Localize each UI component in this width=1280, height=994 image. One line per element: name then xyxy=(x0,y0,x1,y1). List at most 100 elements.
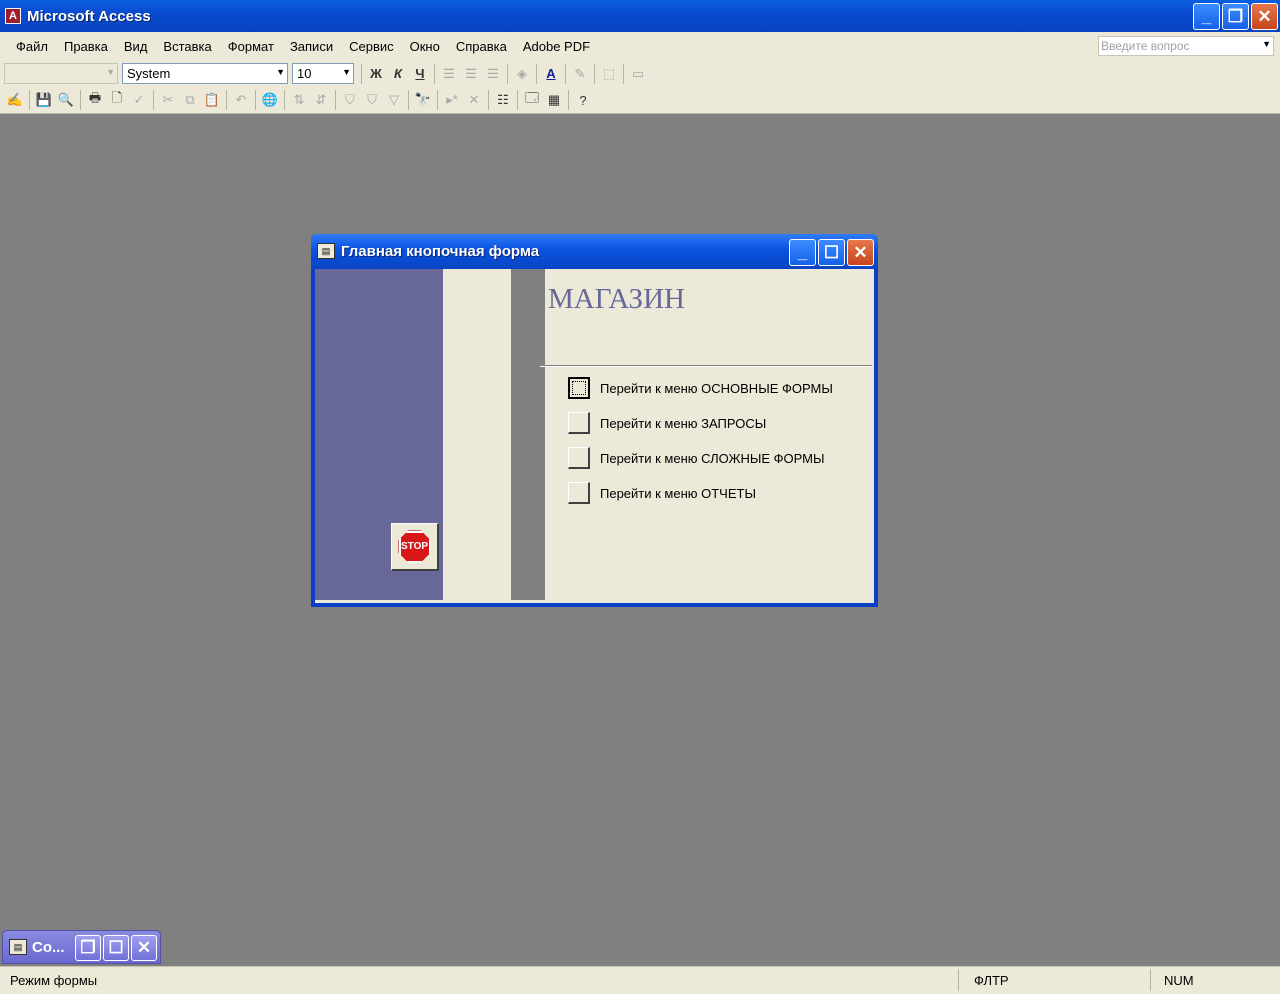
toolbar-separator xyxy=(568,90,569,110)
status-divider xyxy=(958,969,959,991)
switchboard-button-complex-forms[interactable] xyxy=(568,447,590,469)
toolbar-separator xyxy=(536,63,537,84)
menu-file[interactable]: Файл xyxy=(8,39,56,54)
switchboard-label: Перейти к меню СЛОЖНЫЕ ФОРМЫ xyxy=(600,450,825,466)
minimize-button[interactable]: _ xyxy=(1193,3,1220,30)
switchboard-item: Перейти к меню ОТЧЕТЫ xyxy=(568,482,756,504)
minimized-maximize-button[interactable]: ☐ xyxy=(103,935,129,961)
menu-view[interactable]: Вид xyxy=(116,39,156,54)
chevron-down-icon: ▼ xyxy=(342,67,351,77)
hyperlink-icon[interactable]: 🌐 xyxy=(259,89,281,111)
minimized-window-controls: ❐ ☐ ✕ xyxy=(75,935,157,961)
filter-by-selection-icon[interactable]: ⛉ xyxy=(339,89,361,111)
app-titlebar[interactable]: A Microsoft Access _ ❐ ✕ xyxy=(0,0,1280,32)
switchboard-label: Перейти к меню ОТЧЕТЫ xyxy=(600,485,756,501)
app-window-controls: _ ❐ ✕ xyxy=(1193,3,1278,30)
align-center-icon[interactable]: ☰ xyxy=(460,63,482,85)
cut-icon[interactable]: ✂ xyxy=(157,89,179,111)
toolbar-separator xyxy=(517,90,518,110)
sort-descending-icon[interactable]: ⇵ xyxy=(310,89,332,111)
menu-records[interactable]: Записи xyxy=(282,39,341,54)
line-color-icon[interactable]: ✎ xyxy=(569,63,591,85)
minimize-icon: _ xyxy=(797,242,808,262)
toolbar-separator xyxy=(255,90,256,110)
minimized-restore-button[interactable]: ❐ xyxy=(75,935,101,961)
menu-format[interactable]: Формат xyxy=(220,39,282,54)
form-maximize-button[interactable]: ☐ xyxy=(818,239,845,266)
filter-by-form-icon[interactable]: ⛉ xyxy=(361,89,383,111)
close-icon: ✕ xyxy=(853,242,868,262)
copy-icon[interactable]: ⧉ xyxy=(179,89,201,111)
design-view-icon[interactable]: ✍ xyxy=(4,89,26,111)
form-view-toolbar: ✍ 💾 🔍 🖶 🗋 ✓ ✂ ⧉ 📋 ↶ 🌐 ⇅ ⇵ ⛉ ⛉ ▽ 🔭 ▸* ✕ ☷… xyxy=(0,87,1280,114)
minimized-close-button[interactable]: ✕ xyxy=(131,935,157,961)
switchboard-titlebar[interactable]: ▤ Главная кнопочная форма _ ☐ ✕ xyxy=(311,234,878,268)
sort-ascending-icon[interactable]: ⇅ xyxy=(288,89,310,111)
form-close-button[interactable]: ✕ xyxy=(847,239,874,266)
align-left-icon[interactable]: ☰ xyxy=(438,63,460,85)
print-preview-icon[interactable]: 🗋 xyxy=(106,89,128,111)
menu-tools[interactable]: Сервис xyxy=(341,39,402,54)
menu-insert[interactable]: Вставка xyxy=(155,39,219,54)
restore-button[interactable]: ❐ xyxy=(1222,3,1249,30)
toolbar-separator xyxy=(507,63,508,84)
fill-color-icon[interactable]: ◈ xyxy=(511,63,533,85)
font-size-combo[interactable]: 10 ▼ xyxy=(292,63,354,84)
close-icon: ✕ xyxy=(1257,6,1272,26)
form-minimize-button[interactable]: _ xyxy=(789,239,816,266)
toolbar-separator xyxy=(623,63,624,84)
find-icon[interactable]: 🔭 xyxy=(412,89,434,111)
minimized-window-title: Co... xyxy=(32,938,65,956)
special-effect-icon[interactable]: ▭ xyxy=(627,63,649,85)
menu-window[interactable]: Окно xyxy=(402,39,448,54)
form-icon[interactable]: ▤ xyxy=(317,243,335,259)
app-title: Microsoft Access xyxy=(27,7,151,25)
align-right-icon[interactable]: ☰ xyxy=(482,63,504,85)
menu-adobe-pdf[interactable]: Adobe PDF xyxy=(515,39,598,54)
new-object-icon[interactable]: ▦ xyxy=(543,89,565,111)
apply-filter-icon[interactable]: ▽ xyxy=(383,89,405,111)
font-size-value: 10 xyxy=(297,66,312,81)
paste-icon[interactable]: 📋 xyxy=(201,89,223,111)
minimized-database-window[interactable]: ▤ Co... ❐ ☐ ✕ xyxy=(2,930,161,964)
toolbar-separator xyxy=(488,90,489,110)
font-name-combo[interactable]: System ▼ xyxy=(122,63,288,84)
delete-record-icon[interactable]: ✕ xyxy=(463,89,485,111)
database-window-icon[interactable]: 🗔 xyxy=(521,89,543,111)
undo-icon[interactable]: ↶ xyxy=(230,89,252,111)
toolbar-separator xyxy=(29,90,30,110)
access-key-icon[interactable]: A xyxy=(5,8,21,24)
switchboard-button-main-forms[interactable] xyxy=(568,377,590,399)
switchboard-label: Перейти к меню ОСНОВНЫЕ ФОРМЫ xyxy=(600,380,833,396)
save-icon[interactable]: 💾 xyxy=(33,89,55,111)
menu-help[interactable]: Справка xyxy=(448,39,515,54)
help-icon[interactable]: ? xyxy=(572,89,594,111)
print-icon[interactable]: 🖶 xyxy=(84,89,106,111)
menu-edit[interactable]: Правка xyxy=(56,39,116,54)
underline-icon[interactable]: Ч xyxy=(409,63,431,85)
status-bar: Режим формы ФЛТР NUM xyxy=(0,966,1280,994)
switchboard-button-queries[interactable] xyxy=(568,412,590,434)
object-combo[interactable]: ▼ xyxy=(4,63,118,84)
help-question-input[interactable]: Введите вопрос ▼ xyxy=(1098,36,1274,56)
italic-icon[interactable]: К xyxy=(387,63,409,85)
search-icon[interactable]: 🔍 xyxy=(55,89,77,111)
switchboard-button-reports[interactable] xyxy=(568,482,590,504)
exit-button[interactable]: STOP xyxy=(391,523,439,571)
font-color-icon[interactable]: A xyxy=(540,63,562,85)
chevron-down-icon: ▼ xyxy=(106,67,115,77)
close-icon: ✕ xyxy=(136,938,152,957)
decorative-divider-band xyxy=(511,269,545,600)
toolbar-separator xyxy=(153,90,154,110)
database-window-icon: ▤ xyxy=(9,939,27,955)
new-record-icon[interactable]: ▸* xyxy=(441,89,463,111)
border-width-icon[interactable]: ⬚ xyxy=(598,63,620,85)
bold-icon[interactable]: Ж xyxy=(365,63,387,85)
heading-rule-highlight xyxy=(540,366,872,367)
spelling-icon[interactable]: ✓ xyxy=(128,89,150,111)
chevron-down-icon[interactable]: ▼ xyxy=(1262,39,1271,49)
close-button[interactable]: ✕ xyxy=(1251,3,1278,30)
switchboard-label: Перейти к меню ЗАПРОСЫ xyxy=(600,415,767,431)
toolbar-separator xyxy=(437,90,438,110)
properties-icon[interactable]: ☷ xyxy=(492,89,514,111)
